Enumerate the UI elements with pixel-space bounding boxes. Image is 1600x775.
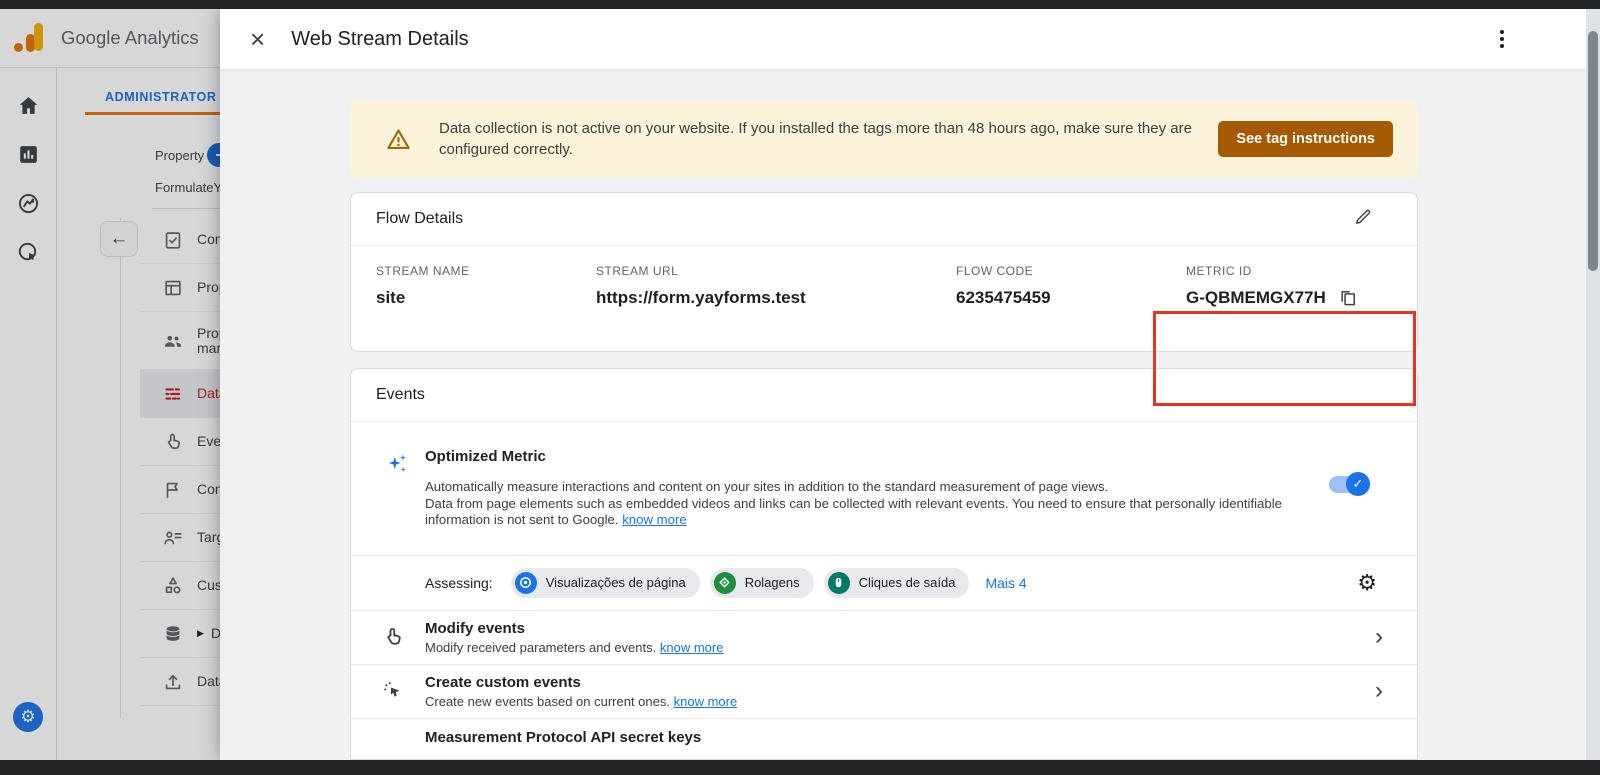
chip-outbound-clicks[interactable]: Cliques de saída xyxy=(824,568,970,598)
chip-label: Cliques de saída xyxy=(859,575,956,590)
stream-url-field: STREAM URL https://form.yayforms.test xyxy=(596,264,806,308)
chevron-right-icon[interactable]: › xyxy=(1375,681,1383,701)
data-collection-warning-banner: Data collection is not active on your we… xyxy=(350,100,1418,178)
touch-icon xyxy=(381,625,405,649)
flow-code-field: FLOW CODE 6235475459 xyxy=(956,264,1051,308)
row-title: Measurement Protocol API secret keys xyxy=(425,729,1417,746)
modal-header: × Web Stream Details xyxy=(220,9,1586,70)
know-more-link[interactable]: know more xyxy=(674,694,738,709)
screen: Google Analytics ⚙ ADMINISTRATOR Propert… xyxy=(0,0,1600,775)
ga-app-background: Google Analytics ⚙ ADMINISTRATOR Propert… xyxy=(0,9,220,760)
flow-details-title: Flow Details xyxy=(376,210,1353,228)
scroll-diamond-icon xyxy=(714,572,736,594)
gear-icon[interactable]: ⚙ xyxy=(1357,570,1377,596)
field-label: STREAM URL xyxy=(596,264,806,278)
modal-body: Data collection is not active on your we… xyxy=(220,70,1586,760)
field-label: STREAM NAME xyxy=(376,264,470,278)
flow-details-header: Flow Details xyxy=(351,193,1417,246)
assessing-row: Assessing: Visualizações de página xyxy=(351,555,1417,610)
more-events-link[interactable]: Mais 4 xyxy=(985,575,1026,591)
field-value: https://form.yayforms.test xyxy=(596,288,806,308)
flow-details-card: Flow Details STREAM NAME site STREAM URL… xyxy=(350,192,1418,352)
field-label: METRIC ID xyxy=(1186,264,1358,278)
row-description: Modify received parameters and events. xyxy=(425,640,656,655)
window-bottom-edge xyxy=(0,760,1600,775)
sparkle-icon xyxy=(385,448,425,488)
modal-scrim xyxy=(0,9,220,760)
copy-icon[interactable] xyxy=(1338,288,1358,308)
row-description: Create new events based on current ones. xyxy=(425,694,670,709)
create-custom-events-row[interactable]: Create custom events Create new events b… xyxy=(351,664,1417,718)
measurement-protocol-row[interactable]: Measurement Protocol API secret keys xyxy=(351,718,1417,746)
field-value: 6235475459 xyxy=(956,288,1051,308)
field-value: site xyxy=(376,288,470,308)
optimized-metric-section: Optimized Metric Automatically measure i… xyxy=(351,422,1417,529)
chip-label: Rolagens xyxy=(745,575,800,590)
know-more-link[interactable]: know more xyxy=(660,640,724,655)
optimized-metric-toggle[interactable]: ✓ xyxy=(1329,476,1367,493)
field-label: FLOW CODE xyxy=(956,264,1051,278)
warning-text: Data collection is not active on your we… xyxy=(439,118,1194,161)
scrollbar-thumb[interactable] xyxy=(1588,31,1598,271)
window-top-edge xyxy=(0,0,1600,9)
warning-triangle-icon xyxy=(385,126,412,153)
chip-page-views[interactable]: Visualizações de página xyxy=(511,568,700,598)
assessing-label: Assessing: xyxy=(425,575,493,591)
row-title: Create custom events xyxy=(425,674,737,691)
events-card: Events Optimized Metric Automatically me… xyxy=(350,368,1418,760)
cursor-sparkle-icon xyxy=(381,679,405,703)
edit-pencil-icon[interactable] xyxy=(1353,207,1373,232)
row-title: Modify events xyxy=(425,620,723,637)
close-icon[interactable]: × xyxy=(250,26,265,52)
optimized-metric-description-line1: Automatically measure interactions and c… xyxy=(425,479,1329,496)
modal-title: Web Stream Details xyxy=(291,28,468,51)
metric-id-field: METRIC ID G-QBMEMGX77H xyxy=(1186,264,1358,308)
more-options-icon[interactable] xyxy=(1496,26,1508,52)
stream-name-field: STREAM NAME site xyxy=(376,264,470,308)
mouse-icon xyxy=(828,572,850,594)
metric-id-value: G-QBMEMGX77H xyxy=(1186,288,1326,308)
see-tag-instructions-button[interactable]: See tag instructions xyxy=(1218,121,1393,157)
chip-scrolls[interactable]: Rolagens xyxy=(710,568,814,598)
chip-label: Visualizações de página xyxy=(546,575,686,590)
optimized-metric-title: Optimized Metric xyxy=(425,448,1329,465)
eye-icon xyxy=(515,572,537,594)
chevron-right-icon[interactable]: › xyxy=(1375,627,1383,647)
optimized-metric-description-line2: Data from page elements such as embedded… xyxy=(425,496,1282,528)
events-title: Events xyxy=(376,386,1373,404)
web-stream-details-modal: × Web Stream Details Data collection is … xyxy=(220,9,1586,760)
events-header: Events xyxy=(351,369,1417,422)
modify-events-row[interactable]: Modify events Modify received parameters… xyxy=(351,610,1417,664)
flow-details-fields: STREAM NAME site STREAM URL https://form… xyxy=(351,246,1417,351)
know-more-link[interactable]: know more xyxy=(622,512,687,527)
check-icon: ✓ xyxy=(1353,476,1364,492)
page-scrollbar[interactable] xyxy=(1586,9,1600,760)
